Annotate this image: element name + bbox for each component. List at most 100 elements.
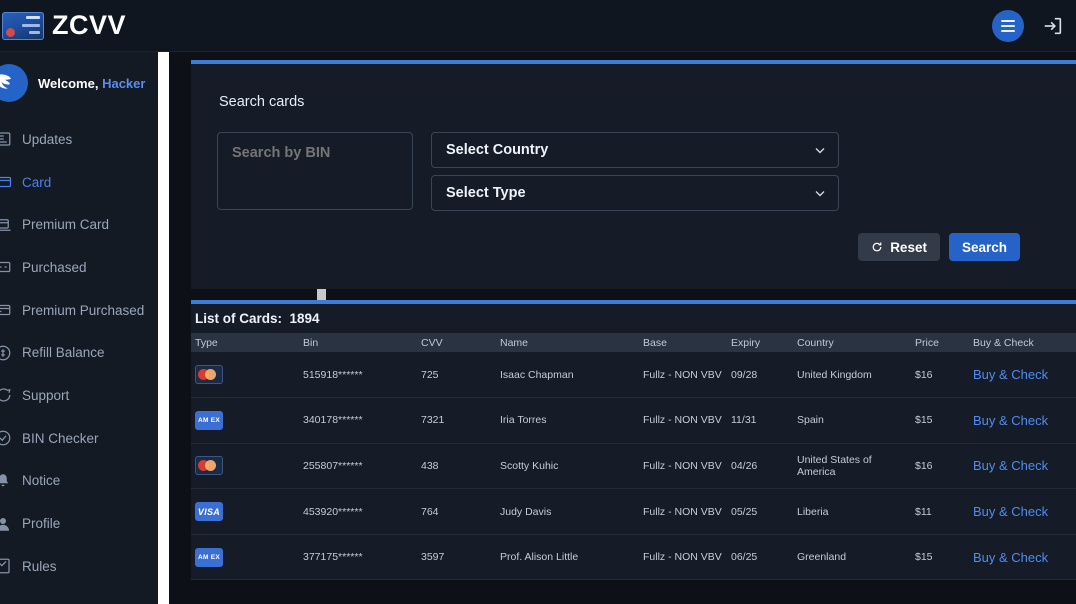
cell-type: AM EX: [191, 397, 299, 444]
cell-expiry: 06/25: [727, 534, 793, 581]
cell-type: [191, 443, 299, 490]
profile-icon: [0, 517, 9, 531]
search-cards-panel: Search cards Select Country Select Type: [191, 60, 1076, 289]
buy-and-check-link[interactable]: Buy & Check: [973, 413, 1048, 428]
cell-buy-check: Buy & Check: [969, 397, 1076, 444]
cell-cvv: 7321: [417, 397, 496, 444]
col-base: Base: [639, 333, 727, 352]
mastercard-icon: [195, 456, 223, 476]
sidebar-item-label: Updates: [22, 131, 73, 147]
cell-price: $11: [911, 488, 969, 535]
logout-icon[interactable]: [1042, 15, 1064, 37]
premium-purchased-icon: [0, 304, 11, 316]
sidebar-item-label: Refill Balance: [22, 345, 105, 361]
col-price: Price: [911, 333, 969, 352]
table-row: VISA 453920****** 764 Judy Davis Fullz - NON…: [191, 488, 1076, 535]
chevron-down-icon: [815, 148, 825, 154]
cell-cvv: 438: [417, 443, 496, 490]
sidebar-item-label: Card: [22, 174, 52, 190]
table-row: AM EX 377175****** 3597 Prof. Alison Little…: [191, 534, 1076, 581]
sidebar-item-card[interactable]: Card: [0, 161, 158, 204]
welcome-text: Welcome, Hacker: [38, 76, 145, 91]
sidebar-item-label: Rules: [22, 558, 57, 574]
premium-card-icon: [0, 218, 11, 231]
cell-name: Judy Davis: [496, 488, 639, 535]
sidebar-item-profile[interactable]: Profile: [0, 502, 158, 545]
sidebar-item-updates[interactable]: Updates: [0, 118, 158, 161]
cell-price: $15: [911, 397, 969, 444]
col-buy: Buy & Check: [969, 333, 1076, 352]
cell-cvv: 725: [417, 352, 496, 399]
select-type-label: Select Type: [446, 185, 526, 201]
cell-price: $16: [911, 443, 969, 490]
cell-buy-check: Buy & Check: [969, 443, 1076, 490]
cell-bin: 453920******: [299, 488, 417, 535]
sidebar-item-purchased[interactable]: Purchased: [0, 246, 158, 289]
sidebar: Welcome, Hacker Updates Card Premium Car…: [0, 52, 158, 604]
panel-title: Search cards: [219, 94, 305, 110]
cell-price: $15: [911, 534, 969, 581]
sidebar-item-support[interactable]: Support: [0, 374, 158, 417]
cell-cvv: 3597: [417, 534, 496, 581]
buy-and-check-link[interactable]: Buy & Check: [973, 458, 1048, 473]
cell-type: [191, 352, 299, 399]
search-button[interactable]: Search: [948, 233, 1020, 261]
username: Hacker: [102, 75, 146, 91]
sidebar-gutter: [169, 52, 191, 604]
col-name: Name: [496, 333, 639, 352]
cell-buy-check: Buy & Check: [969, 534, 1076, 581]
sidebar-item-refill-balance[interactable]: Refill Balance: [0, 331, 158, 374]
select-type-dropdown[interactable]: Select Type: [431, 175, 839, 211]
brand-name: ZCVV: [52, 10, 127, 40]
list-of-cards-panel: List of Cards: 1894 Type Bin CVV Name Ba…: [191, 300, 1076, 581]
sidebar-item-label: Support: [22, 387, 70, 403]
welcome-prefix: Welcome,: [38, 75, 99, 91]
refill-icon: [0, 345, 11, 361]
reset-button[interactable]: Reset: [858, 233, 940, 261]
bin-checker-icon: [0, 430, 11, 446]
sidebar-item-rules[interactable]: Rules: [0, 545, 158, 588]
buy-and-check-link[interactable]: Buy & Check: [973, 504, 1048, 519]
col-country: Country: [793, 333, 911, 352]
reset-label: Reset: [890, 239, 927, 255]
buy-and-check-link[interactable]: Buy & Check: [973, 367, 1048, 382]
list-title: List of Cards: 1894: [191, 304, 1076, 333]
refresh-icon: [872, 242, 882, 252]
buy-and-check-link[interactable]: Buy & Check: [973, 550, 1048, 565]
cell-expiry: 05/25: [727, 488, 793, 535]
search-by-bin-input[interactable]: [217, 132, 413, 210]
news-icon: [0, 132, 11, 146]
sidebar-item-premium-purchased[interactable]: Premium Purchased: [0, 289, 158, 332]
cell-name: Scotty Kuhic: [496, 443, 639, 490]
list-count: 1894: [289, 311, 320, 326]
purchased-icon: [0, 262, 11, 273]
credit-card-icon: [2, 11, 44, 40]
cards-table: Type Bin CVV Name Base Expiry Country Pr…: [191, 333, 1076, 581]
welcome-block: Welcome, Hacker: [0, 52, 158, 114]
cell-price: $16: [911, 352, 969, 399]
cell-type: VISA: [191, 488, 299, 535]
search-fields-row: Select Country Select Type: [191, 110, 1076, 211]
cell-name: Prof. Alison Little: [496, 534, 639, 581]
search-actions: Reset Search: [191, 211, 1076, 289]
top-bar-actions: [992, 9, 1076, 42]
app-root: ZCVV Welcome, Hacker Updates Card Premiu…: [0, 0, 1076, 604]
amex-icon: AM EX: [195, 547, 223, 567]
sidebar-nav: Updates Card Premium Card Purchased Prem…: [0, 114, 158, 588]
cell-bin: 340178******: [299, 397, 417, 444]
hamburger-menu-icon[interactable]: [992, 9, 1024, 42]
sidebar-item-notice[interactable]: Notice: [0, 460, 158, 503]
search-label: Search: [961, 239, 1007, 255]
sidebar-item-bin-checker[interactable]: BIN Checker: [0, 417, 158, 460]
sidebar-item-label: Purchased: [22, 259, 87, 275]
cell-base: Fullz - NON VBV: [639, 488, 727, 535]
bell-icon: [0, 474, 9, 487]
visa-icon: VISA: [195, 502, 223, 522]
cell-expiry: 11/31: [727, 397, 793, 444]
cell-bin: 377175******: [299, 534, 417, 581]
sidebar-item-premium-card[interactable]: Premium Card: [0, 203, 158, 246]
brand[interactable]: ZCVV: [0, 10, 127, 40]
select-country-dropdown[interactable]: Select Country: [431, 132, 839, 168]
sidebar-scrollbar-track[interactable]: [158, 52, 326, 604]
chevron-down-icon: [815, 191, 825, 197]
